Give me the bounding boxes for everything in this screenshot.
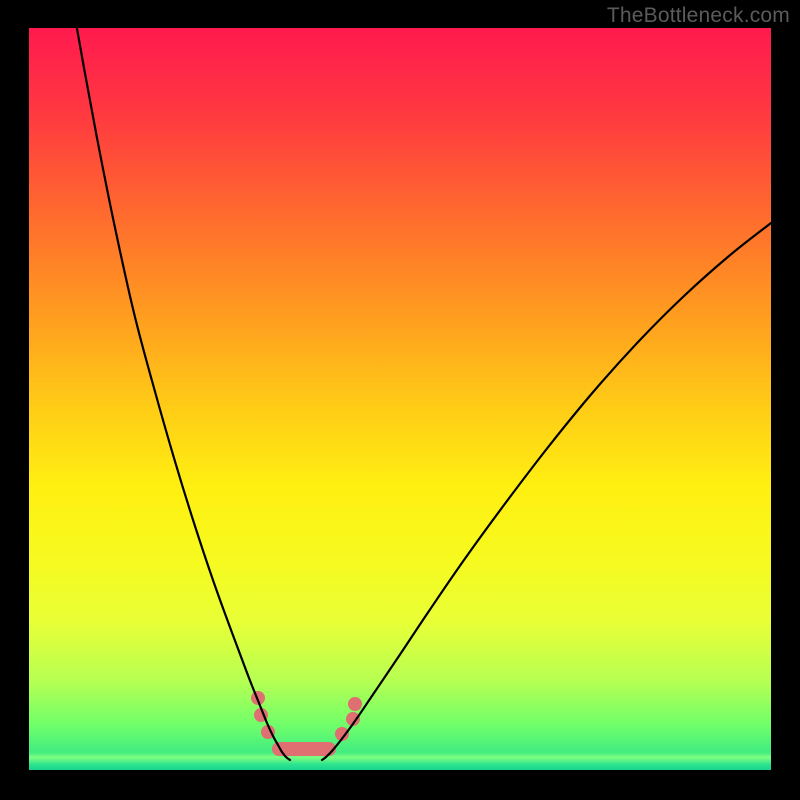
- curve-layer: [29, 28, 771, 770]
- frame: TheBottleneck.com: [0, 0, 800, 800]
- bottom-markers: [251, 691, 362, 749]
- right-curve: [322, 223, 771, 760]
- curve-paths: [76, 23, 771, 760]
- watermark-text: TheBottleneck.com: [607, 4, 790, 28]
- left-curve: [76, 23, 290, 760]
- marker-dot: [348, 697, 362, 711]
